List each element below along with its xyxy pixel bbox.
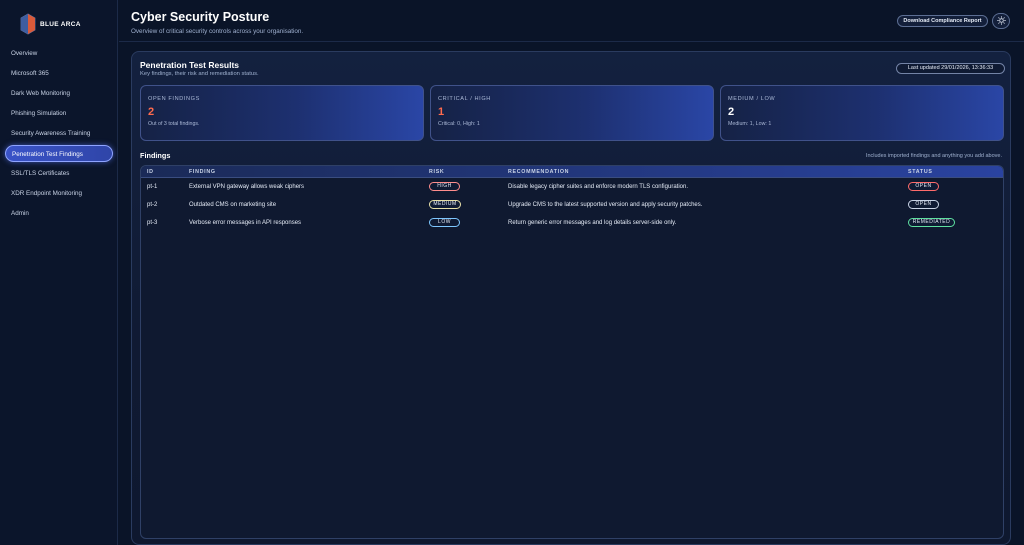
card-label: CRITICAL / HIGH — [438, 96, 491, 102]
page-subtitle: Overview of critical security controls a… — [131, 28, 304, 35]
card-label: MEDIUM / LOW — [728, 96, 776, 102]
panel-title: Penetration Test Results — [140, 60, 240, 70]
finding-id: pt-2 — [147, 202, 158, 208]
critical-high-card: CRITICAL / HIGH 1 Critical: 0, High: 1 — [430, 85, 714, 141]
finding-title: Outdated CMS on marketing site — [189, 202, 277, 208]
finding-title: External VPN gateway allows weak ciphers — [189, 184, 305, 190]
column-header-recommendation[interactable]: RECOMMENDATION — [508, 169, 569, 175]
card-note: Medium: 1, Low: 1 — [728, 121, 772, 127]
hexagon-logo-icon — [20, 13, 36, 35]
medium-low-card: MEDIUM / LOW 2 Medium: 1, Low: 1 — [720, 85, 1004, 141]
sidebar-item-security-awareness-training[interactable]: Security Awareness Training — [5, 125, 113, 142]
sidebar-item-overview[interactable]: Overview — [5, 45, 113, 62]
column-header-risk[interactable]: RISK — [429, 169, 444, 175]
status-badge: OPEN — [908, 200, 939, 209]
card-note: Critical: 0, High: 1 — [438, 121, 480, 127]
finding-recommendation: Disable legacy cipher suites and enforce… — [508, 184, 688, 190]
risk-badge: LOW — [429, 218, 460, 227]
brand-logo[interactable]: BLUE ARCA — [20, 12, 81, 36]
status-badge: OPEN — [908, 182, 939, 191]
panel-subtitle: Key findings, their risk and remediation… — [140, 71, 259, 77]
sidebar-item-dark-web-monitoring[interactable]: Dark Web Monitoring — [5, 85, 113, 102]
sun-icon — [996, 12, 1006, 30]
sidebar-item-phishing-simulation[interactable]: Phishing Simulation — [5, 105, 113, 122]
sidebar-nav: Overview Microsoft 365 Dark Web Monitori… — [5, 45, 113, 225]
finding-id: pt-1 — [147, 184, 158, 190]
findings-note: Includes imported findings and anything … — [865, 153, 1002, 159]
page-header: Cyber Security Posture Overview of criti… — [131, 10, 303, 35]
findings-heading: Findings — [140, 151, 171, 160]
table-row[interactable]: pt-3 Verbose error messages in API respo… — [141, 214, 1003, 232]
sidebar: BLUE ARCA Overview Microsoft 365 Dark We… — [0, 0, 118, 545]
card-value: 1 — [438, 106, 445, 118]
header-divider — [119, 41, 1024, 42]
penetration-test-panel: Penetration Test Results Key findings, t… — [131, 51, 1011, 545]
risk-badge: MEDIUM — [429, 200, 461, 209]
card-value: 2 — [148, 106, 155, 118]
column-header-status[interactable]: STATUS — [908, 169, 933, 175]
column-header-finding[interactable]: FINDING — [189, 169, 216, 175]
card-label: OPEN FINDINGS — [148, 96, 200, 102]
page-title: Cyber Security Posture — [131, 10, 270, 24]
sidebar-item-admin[interactable]: Admin — [5, 205, 113, 222]
finding-title: Verbose error messages in API responses — [189, 220, 302, 226]
last-updated-badge: Last updated 29/01/2026, 13:36:33 — [896, 63, 1005, 74]
download-compliance-report-button[interactable]: Download Compliance Report — [897, 15, 988, 27]
table-row[interactable]: pt-1 External VPN gateway allows weak ci… — [141, 178, 1003, 196]
sidebar-item-microsoft-365[interactable]: Microsoft 365 — [5, 65, 113, 82]
sidebar-item-ssl-tls-certificates[interactable]: SSL/TLS Certificates — [5, 165, 113, 182]
finding-recommendation: Upgrade CMS to the latest supported vers… — [508, 202, 703, 208]
findings-table: ID FINDING RISK RECOMMENDATION STATUS pt… — [140, 165, 1004, 539]
risk-badge: HIGH — [429, 182, 460, 191]
theme-toggle-button[interactable] — [992, 13, 1010, 29]
sidebar-item-penetration-test-findings[interactable]: Penetration Test Findings — [5, 145, 113, 162]
card-note: Out of 3 total findings. — [148, 121, 200, 127]
brand-name: BLUE ARCA — [40, 20, 81, 28]
column-header-id[interactable]: ID — [147, 169, 154, 175]
finding-id: pt-3 — [147, 220, 158, 226]
table-row[interactable]: pt-2 Outdated CMS on marketing site MEDI… — [141, 196, 1003, 214]
open-findings-card: OPEN FINDINGS 2 Out of 3 total findings. — [140, 85, 424, 141]
sidebar-item-xdr-endpoint-monitoring[interactable]: XDR Endpoint Monitoring — [5, 185, 113, 202]
status-badge: REMEDIATED — [908, 218, 955, 227]
finding-recommendation: Return generic error messages and log de… — [508, 220, 677, 226]
table-header: ID FINDING RISK RECOMMENDATION STATUS — [141, 166, 1003, 178]
card-value: 2 — [728, 106, 735, 118]
